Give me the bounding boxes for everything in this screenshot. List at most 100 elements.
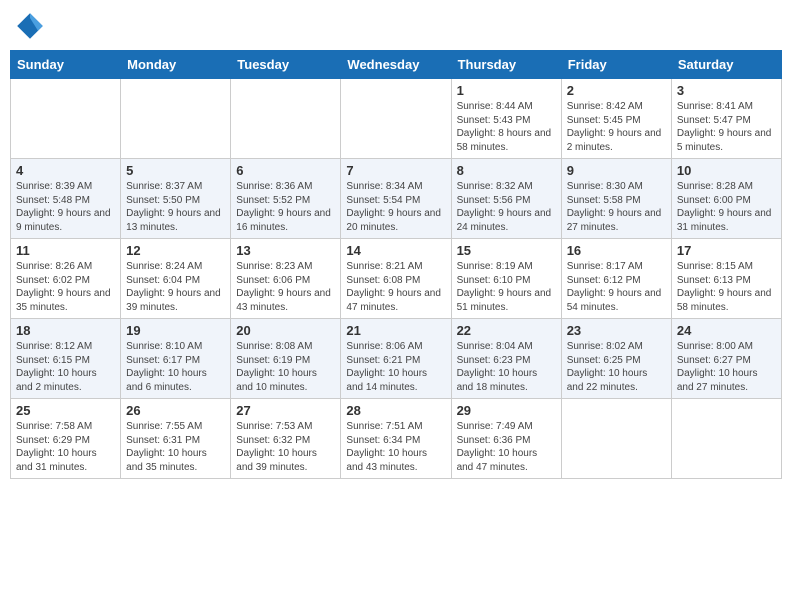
day-info: Sunrise: 8:41 AM Sunset: 5:47 PM Dayligh…	[677, 100, 776, 154]
calendar-cell: 15 Sunrise: 8:19 AM Sunset: 6:10 PM Dayli…	[451, 239, 561, 319]
calendar-cell	[231, 79, 341, 159]
day-number: 7	[346, 163, 445, 178]
calendar-cell: 13 Sunrise: 8:23 AM Sunset: 6:06 PM Dayli…	[231, 239, 341, 319]
calendar-cell: 27 Sunrise: 7:53 AM Sunset: 6:32 PM Dayli…	[231, 399, 341, 479]
day-number: 23	[567, 323, 666, 338]
day-info: Sunrise: 8:32 AM Sunset: 5:56 PM Dayligh…	[457, 180, 556, 234]
day-number: 22	[457, 323, 556, 338]
day-number: 29	[457, 403, 556, 418]
day-of-week-header: Friday	[561, 51, 671, 79]
day-of-week-header: Thursday	[451, 51, 561, 79]
day-info: Sunrise: 8:42 AM Sunset: 5:45 PM Dayligh…	[567, 100, 666, 154]
calendar-cell: 4 Sunrise: 8:39 AM Sunset: 5:48 PM Daylig…	[11, 159, 121, 239]
day-info: Sunrise: 8:28 AM Sunset: 6:00 PM Dayligh…	[677, 180, 776, 234]
day-info: Sunrise: 7:55 AM Sunset: 6:31 PM Dayligh…	[126, 420, 225, 474]
day-info: Sunrise: 8:08 AM Sunset: 6:19 PM Dayligh…	[236, 340, 335, 394]
calendar-cell: 6 Sunrise: 8:36 AM Sunset: 5:52 PM Daylig…	[231, 159, 341, 239]
day-of-week-header: Tuesday	[231, 51, 341, 79]
calendar-cell: 8 Sunrise: 8:32 AM Sunset: 5:56 PM Daylig…	[451, 159, 561, 239]
day-info: Sunrise: 8:19 AM Sunset: 6:10 PM Dayligh…	[457, 260, 556, 314]
calendar-cell: 14 Sunrise: 8:21 AM Sunset: 6:08 PM Dayli…	[341, 239, 451, 319]
day-number: 4	[16, 163, 115, 178]
calendar-header-row: SundayMondayTuesdayWednesdayThursdayFrid…	[11, 51, 782, 79]
calendar-cell: 28Sunrise: 7:51 AM Sunset: 6:34 PM Dayli…	[341, 399, 451, 479]
calendar-cell: 3 Sunrise: 8:41 AM Sunset: 5:47 PM Daylig…	[671, 79, 781, 159]
day-info: Sunrise: 8:30 AM Sunset: 5:58 PM Dayligh…	[567, 180, 666, 234]
day-number: 17	[677, 243, 776, 258]
day-info: Sunrise: 7:51 AM Sunset: 6:34 PM Dayligh…	[346, 420, 445, 474]
day-number: 11	[16, 243, 115, 258]
day-number: 24	[677, 323, 776, 338]
day-info: Sunrise: 8:23 AM Sunset: 6:06 PM Dayligh…	[236, 260, 335, 314]
day-number: 19	[126, 323, 225, 338]
day-info: Sunrise: 8:15 AM Sunset: 6:13 PM Dayligh…	[677, 260, 776, 314]
day-info: Sunrise: 8:34 AM Sunset: 5:54 PM Dayligh…	[346, 180, 445, 234]
page-header	[10, 10, 782, 42]
day-info: Sunrise: 8:36 AM Sunset: 5:52 PM Dayligh…	[236, 180, 335, 234]
calendar-cell: 1 Sunrise: 8:44 AM Sunset: 5:43 PM Daylig…	[451, 79, 561, 159]
calendar-cell: 11Sunrise: 8:26 AM Sunset: 6:02 PM Dayli…	[11, 239, 121, 319]
day-number: 10	[677, 163, 776, 178]
calendar-week-row: 25 Sunrise: 7:58 AM Sunset: 6:29 PM Dayli…	[11, 399, 782, 479]
day-number: 26	[126, 403, 225, 418]
day-number: 14	[346, 243, 445, 258]
calendar-cell: 24 Sunrise: 8:00 AM Sunset: 6:27 PM Dayli…	[671, 319, 781, 399]
calendar-cell	[561, 399, 671, 479]
calendar-cell: 19 Sunrise: 8:10 AM Sunset: 6:17 PM Dayli…	[121, 319, 231, 399]
day-info: Sunrise: 8:10 AM Sunset: 6:17 PM Dayligh…	[126, 340, 225, 394]
day-number: 5	[126, 163, 225, 178]
calendar-cell: 23 Sunrise: 8:02 AM Sunset: 6:25 PM Dayli…	[561, 319, 671, 399]
day-number: 25	[16, 403, 115, 418]
day-number: 18	[16, 323, 115, 338]
day-number: 27	[236, 403, 335, 418]
calendar-cell	[121, 79, 231, 159]
calendar-cell	[671, 399, 781, 479]
day-of-week-header: Saturday	[671, 51, 781, 79]
day-number: 6	[236, 163, 335, 178]
logo-icon	[14, 10, 46, 42]
day-info: Sunrise: 8:24 AM Sunset: 6:04 PM Dayligh…	[126, 260, 225, 314]
day-info: Sunrise: 7:58 AM Sunset: 6:29 PM Dayligh…	[16, 420, 115, 474]
day-number: 9	[567, 163, 666, 178]
day-number: 21	[346, 323, 445, 338]
calendar-week-row: 4 Sunrise: 8:39 AM Sunset: 5:48 PM Daylig…	[11, 159, 782, 239]
day-info: Sunrise: 7:53 AM Sunset: 6:32 PM Dayligh…	[236, 420, 335, 474]
calendar-cell: 7 Sunrise: 8:34 AM Sunset: 5:54 PM Daylig…	[341, 159, 451, 239]
day-info: Sunrise: 8:39 AM Sunset: 5:48 PM Dayligh…	[16, 180, 115, 234]
calendar-cell: 17 Sunrise: 8:15 AM Sunset: 6:13 PM Dayli…	[671, 239, 781, 319]
day-number: 20	[236, 323, 335, 338]
calendar-table: SundayMondayTuesdayWednesdayThursdayFrid…	[10, 50, 782, 479]
day-number: 13	[236, 243, 335, 258]
calendar-cell: 22 Sunrise: 8:04 AM Sunset: 6:23 PM Dayli…	[451, 319, 561, 399]
day-info: Sunrise: 8:37 AM Sunset: 5:50 PM Dayligh…	[126, 180, 225, 234]
day-of-week-header: Sunday	[11, 51, 121, 79]
logo	[14, 10, 50, 42]
calendar-cell	[341, 79, 451, 159]
calendar-cell: 25 Sunrise: 7:58 AM Sunset: 6:29 PM Dayli…	[11, 399, 121, 479]
calendar-cell: 21Sunrise: 8:06 AM Sunset: 6:21 PM Dayli…	[341, 319, 451, 399]
day-number: 3	[677, 83, 776, 98]
day-number: 8	[457, 163, 556, 178]
day-info: Sunrise: 8:21 AM Sunset: 6:08 PM Dayligh…	[346, 260, 445, 314]
day-info: Sunrise: 8:02 AM Sunset: 6:25 PM Dayligh…	[567, 340, 666, 394]
day-number: 12	[126, 243, 225, 258]
day-number: 2	[567, 83, 666, 98]
day-info: Sunrise: 8:12 AM Sunset: 6:15 PM Dayligh…	[16, 340, 115, 394]
day-info: Sunrise: 8:17 AM Sunset: 6:12 PM Dayligh…	[567, 260, 666, 314]
calendar-cell	[11, 79, 121, 159]
day-info: Sunrise: 8:00 AM Sunset: 6:27 PM Dayligh…	[677, 340, 776, 394]
calendar-week-row: 1 Sunrise: 8:44 AM Sunset: 5:43 PM Daylig…	[11, 79, 782, 159]
day-number: 1	[457, 83, 556, 98]
calendar-cell: 29Sunrise: 7:49 AM Sunset: 6:36 PM Dayli…	[451, 399, 561, 479]
calendar-week-row: 11Sunrise: 8:26 AM Sunset: 6:02 PM Dayli…	[11, 239, 782, 319]
calendar-cell: 2 Sunrise: 8:42 AM Sunset: 5:45 PM Daylig…	[561, 79, 671, 159]
calendar-cell: 10 Sunrise: 8:28 AM Sunset: 6:00 PM Dayli…	[671, 159, 781, 239]
day-info: Sunrise: 8:44 AM Sunset: 5:43 PM Dayligh…	[457, 100, 556, 154]
day-info: Sunrise: 8:04 AM Sunset: 6:23 PM Dayligh…	[457, 340, 556, 394]
calendar-cell: 5 Sunrise: 8:37 AM Sunset: 5:50 PM Daylig…	[121, 159, 231, 239]
calendar-cell: 18 Sunrise: 8:12 AM Sunset: 6:15 PM Dayli…	[11, 319, 121, 399]
day-of-week-header: Wednesday	[341, 51, 451, 79]
day-number: 15	[457, 243, 556, 258]
calendar-cell: 12 Sunrise: 8:24 AM Sunset: 6:04 PM Dayli…	[121, 239, 231, 319]
calendar-cell: 16Sunrise: 8:17 AM Sunset: 6:12 PM Dayli…	[561, 239, 671, 319]
